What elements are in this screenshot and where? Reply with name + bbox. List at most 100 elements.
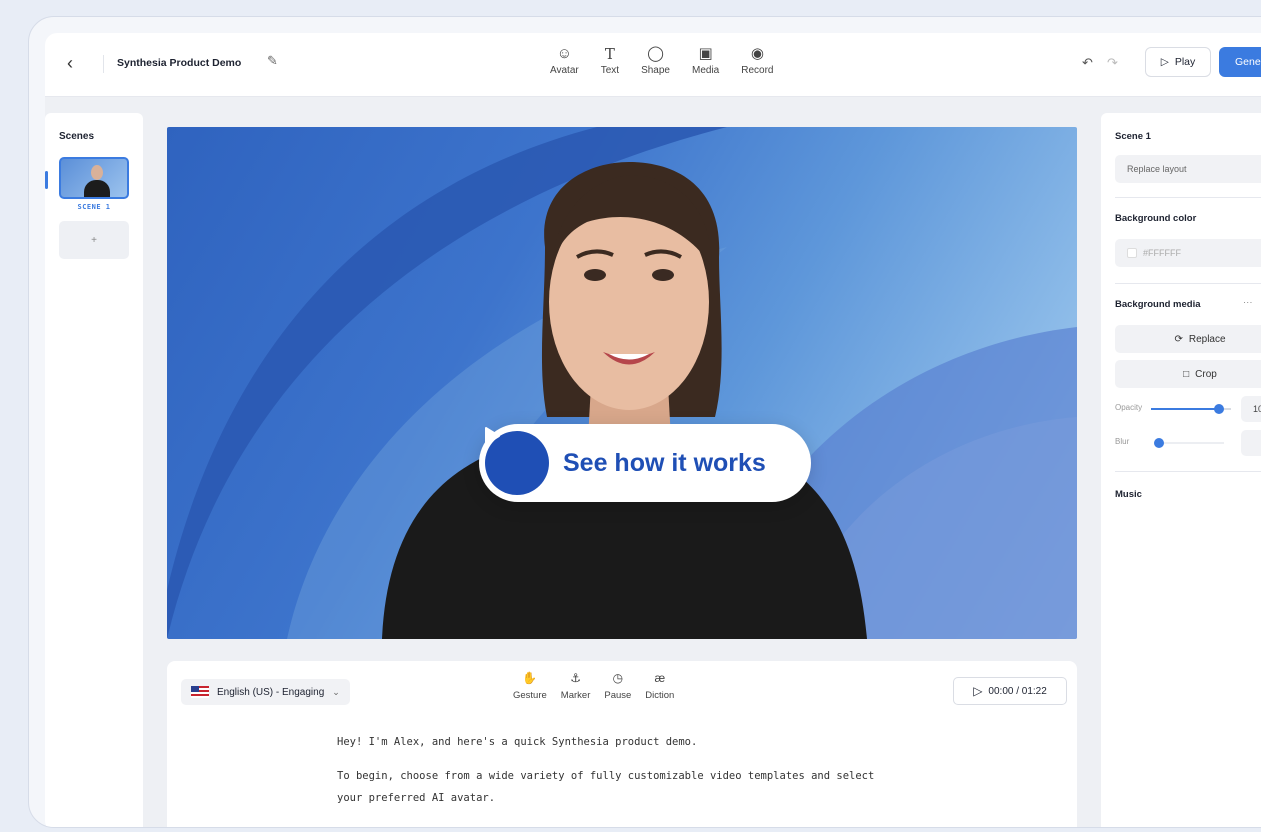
- tool-text[interactable]: T Text: [601, 45, 619, 76]
- language-select[interactable]: English (US) - Engaging ⌄: [181, 679, 350, 705]
- avatar-body: [84, 180, 110, 197]
- opacity-slider-fill: [1151, 408, 1219, 410]
- pause-icon: ◷: [612, 671, 624, 685]
- document-title[interactable]: Synthesia Product Demo: [117, 57, 241, 69]
- scenes-title: Scenes: [59, 131, 95, 142]
- back-arrow-icon[interactable]: ‹: [67, 53, 73, 74]
- shape-icon: ◯: [647, 45, 664, 62]
- script-paragraph: To begin, choose from a wide variety of …: [337, 770, 875, 804]
- replace-layout-button[interactable]: Replace layout: [1115, 155, 1261, 183]
- script-paragraph: Hey! I'm Alex, and here's a quick Synthe…: [337, 736, 698, 748]
- opacity-value-input[interactable]: 10: [1241, 396, 1261, 422]
- background-media-label: Background media: [1115, 299, 1201, 310]
- top-bar: ‹ Synthesia Product Demo ✎ ☺ Avatar T Te…: [45, 33, 1261, 97]
- gesture-icon: ✋: [522, 671, 538, 685]
- tool-gesture[interactable]: ✋ Gesture: [513, 671, 547, 701]
- crop-icon: □: [1183, 368, 1190, 380]
- active-scene-marker: [45, 171, 48, 189]
- scene-thumbnail[interactable]: [59, 157, 129, 199]
- cta-label: See how it works: [563, 448, 766, 477]
- tool-label: Avatar: [550, 65, 579, 76]
- diction-icon: æ: [654, 671, 666, 685]
- music-label: Music: [1115, 489, 1142, 500]
- background-color-value: #FFFFFF: [1143, 248, 1181, 258]
- generate-button[interactable]: Gene: [1219, 47, 1261, 77]
- replace-label: Replace: [1188, 333, 1226, 345]
- blur-slider-track[interactable]: [1156, 442, 1224, 444]
- scene-title: Scene 1: [1115, 131, 1151, 142]
- script-panel: English (US) - Engaging ⌄ ✋ Gesture ⚓ Ma…: [167, 661, 1077, 827]
- play-label: Play: [1174, 56, 1196, 68]
- blur-value-input[interactable]: [1241, 430, 1261, 456]
- avatar-icon: ☺: [556, 45, 573, 62]
- redo-icon[interactable]: ↷: [1107, 55, 1118, 71]
- tool-record[interactable]: ◉ Record: [741, 45, 773, 76]
- play-button[interactable]: ▷ Play: [1145, 47, 1211, 77]
- background-color-label: Background color: [1115, 213, 1197, 224]
- play-icon: ▷: [1160, 56, 1169, 68]
- video-canvas[interactable]: See how it works: [167, 127, 1077, 639]
- avatar-head: [91, 165, 103, 180]
- tool-label: Record: [741, 65, 774, 76]
- device-frame: ‹ Synthesia Product Demo ✎ ☺ Avatar T Te…: [28, 16, 1261, 828]
- replace-icon: ⟳: [1174, 333, 1183, 345]
- tool-label: Media: [692, 65, 720, 76]
- edit-pencil-icon[interactable]: ✎: [267, 53, 278, 69]
- blur-label: Blur: [1115, 437, 1130, 446]
- play-icon: ▷: [973, 684, 983, 698]
- tool-diction[interactable]: æ Diction: [645, 671, 674, 701]
- editor-window: ‹ Synthesia Product Demo ✎ ☺ Avatar T Te…: [45, 33, 1261, 827]
- tool-label: Marker: [560, 690, 591, 701]
- tool-shape[interactable]: ◯ Shape: [641, 45, 670, 76]
- tool-label: Shape: [641, 65, 670, 76]
- scene-label: SCENE 1: [77, 203, 111, 211]
- avatar-right-eye: [652, 269, 674, 281]
- opacity-value: 10: [1253, 404, 1261, 414]
- text-icon: T: [604, 45, 615, 63]
- preview-timecode-button[interactable]: ▷ 00:00 / 01:22: [953, 677, 1067, 705]
- tool-label: Diction: [645, 690, 675, 701]
- script-editor[interactable]: Hey! I'm Alex, and here's a quick Synthe…: [337, 731, 897, 821]
- play-icon: [485, 427, 500, 445]
- marker-icon: ⚓: [570, 671, 581, 685]
- opacity-label: Opacity: [1115, 403, 1143, 412]
- crop-media-button[interactable]: □ Crop: [1115, 360, 1261, 388]
- media-icon: ▣: [698, 45, 713, 62]
- replace-layout-label: Replace layout: [1127, 164, 1187, 174]
- tool-label: Gesture: [513, 690, 547, 701]
- tool-media[interactable]: ▣ Media: [692, 45, 719, 76]
- tool-label: Text: [600, 65, 620, 76]
- generate-label: Gene: [1235, 56, 1261, 68]
- blur-slider-handle[interactable]: [1154, 438, 1165, 448]
- scenes-panel: Scenes SCENE 1 +: [45, 113, 143, 827]
- undo-icon[interactable]: ↶: [1082, 55, 1093, 71]
- replace-media-button[interactable]: ⟳ Replace: [1115, 325, 1261, 353]
- script-toolbar: ✋ Gesture ⚓ Marker ◷ Pause æ Diction: [513, 671, 674, 701]
- tool-avatar[interactable]: ☺ Avatar: [550, 45, 579, 76]
- background-color-input[interactable]: #FFFFFF: [1115, 239, 1261, 267]
- cta-play-circle: [485, 427, 549, 495]
- language-label: English (US) - Engaging: [217, 686, 325, 698]
- divider: [1115, 283, 1261, 284]
- insert-toolbar: ☺ Avatar T Text ◯ Shape ▣ Media ◉ Record: [550, 45, 774, 76]
- chevron-down-icon: ⌄: [332, 686, 340, 697]
- tool-pause[interactable]: ◷ Pause: [604, 671, 631, 701]
- more-options-icon[interactable]: ···: [1243, 297, 1253, 308]
- plus-icon: +: [91, 234, 97, 246]
- canvas-artwork: [167, 127, 1077, 639]
- see-how-it-works-button[interactable]: See how it works: [479, 424, 811, 502]
- crop-label: Crop: [1195, 368, 1217, 380]
- timecode-label: 00:00 / 01:22: [988, 685, 1047, 697]
- tool-label: Pause: [604, 690, 632, 701]
- opacity-slider-handle[interactable]: [1214, 404, 1224, 414]
- tool-marker[interactable]: ⚓ Marker: [561, 671, 591, 701]
- properties-panel: Scene 1 Replace layout Background color …: [1101, 113, 1261, 827]
- divider: [1115, 197, 1261, 198]
- us-flag-icon: [191, 686, 209, 698]
- avatar-left-eye: [584, 269, 606, 281]
- color-swatch: [1127, 248, 1137, 258]
- divider: [1115, 471, 1261, 472]
- record-icon: ◉: [750, 45, 764, 62]
- divider: [103, 55, 104, 73]
- add-scene-button[interactable]: +: [59, 221, 129, 259]
